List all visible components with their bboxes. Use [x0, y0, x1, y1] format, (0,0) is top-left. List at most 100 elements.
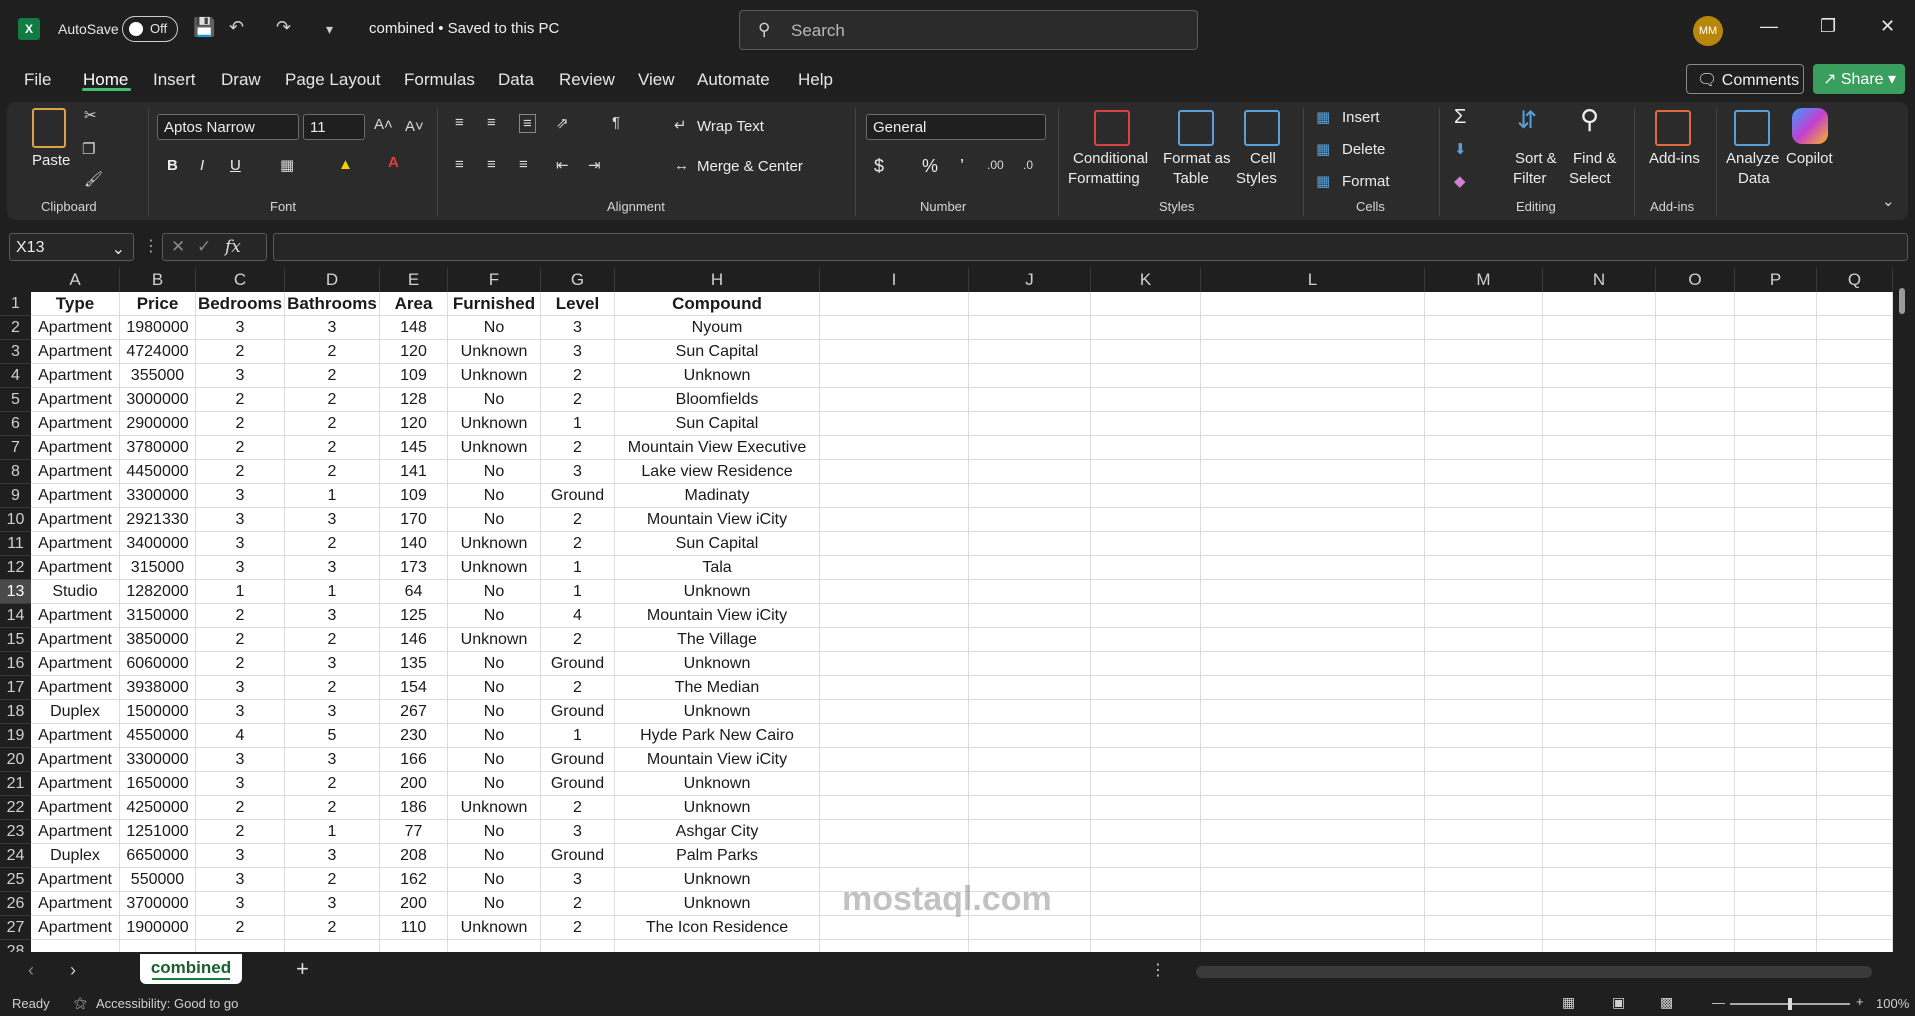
align-center-icon[interactable]: ≡ [487, 156, 496, 173]
table-cell[interactable] [1425, 556, 1543, 580]
table-cell[interactable] [1543, 676, 1656, 700]
table-cell[interactable]: 4550000 [120, 724, 196, 748]
scrollbar-thumb[interactable] [1899, 288, 1905, 314]
page-layout-view-icon[interactable]: ▣ [1612, 994, 1625, 1011]
table-cell[interactable] [1091, 652, 1201, 676]
horizontal-scrollbar[interactable] [1196, 966, 1872, 978]
table-cell[interactable]: 2 [285, 868, 380, 892]
table-cell[interactable]: 3 [285, 508, 380, 532]
table-cell[interactable]: Apartment [31, 532, 120, 556]
undo-icon[interactable]: ↶ [229, 17, 244, 38]
tab-review[interactable]: Review [559, 70, 615, 90]
row-header[interactable]: 28 [0, 940, 31, 952]
table-cell[interactable] [820, 388, 969, 412]
table-cell[interactable]: 3 [196, 892, 285, 916]
header-cell[interactable]: Area [380, 292, 448, 316]
table-cell[interactable] [1425, 460, 1543, 484]
table-cell[interactable] [1656, 796, 1735, 820]
table-cell[interactable] [1201, 844, 1425, 868]
table-cell[interactable] [820, 364, 969, 388]
cut-icon[interactable]: ✂ [84, 106, 97, 124]
table-cell[interactable] [1091, 580, 1201, 604]
table-cell[interactable] [1091, 724, 1201, 748]
table-cell[interactable] [1817, 388, 1893, 412]
table-cell[interactable]: 3 [285, 700, 380, 724]
table-cell[interactable] [1817, 508, 1893, 532]
table-cell[interactable]: Ground [541, 772, 615, 796]
table-cell[interactable] [1735, 508, 1817, 532]
table-cell[interactable]: Sun Capital [615, 532, 820, 556]
table-cell[interactable]: Apartment [31, 820, 120, 844]
table-cell[interactable]: 148 [380, 316, 448, 340]
table-cell[interactable] [969, 316, 1091, 340]
row-header[interactable]: 25 [0, 868, 31, 892]
table-cell[interactable] [1656, 340, 1735, 364]
table-cell[interactable]: Unknown [615, 772, 820, 796]
table-cell[interactable]: No [448, 484, 541, 508]
table-cell[interactable]: 550000 [120, 868, 196, 892]
table-cell[interactable] [1091, 676, 1201, 700]
ribbon-collapse-icon[interactable]: ⌄ [1882, 192, 1895, 210]
table-cell[interactable]: 2 [196, 460, 285, 484]
table-cell[interactable]: Unknown [615, 652, 820, 676]
table-cell[interactable]: 3 [196, 364, 285, 388]
table-cell[interactable] [820, 460, 969, 484]
table-cell[interactable] [1201, 580, 1425, 604]
table-cell[interactable]: Duplex [31, 844, 120, 868]
table-cell[interactable]: Unknown [448, 796, 541, 820]
table-cell[interactable] [1735, 532, 1817, 556]
avatar[interactable]: MM [1693, 16, 1723, 46]
tab-home[interactable]: Home [83, 70, 128, 90]
table-cell[interactable]: 186 [380, 796, 448, 820]
table-cell[interactable]: Apartment [31, 460, 120, 484]
table-cell[interactable] [1817, 532, 1893, 556]
table-cell[interactable]: 3 [196, 556, 285, 580]
table-cell[interactable]: Ground [541, 700, 615, 724]
bottom-align-icon[interactable]: ≡ [519, 114, 536, 133]
fill-icon[interactable]: ⬇ [1454, 140, 1467, 158]
table-cell[interactable] [1817, 316, 1893, 340]
table-cell[interactable]: Mountain View Executive [615, 436, 820, 460]
zoom-out-icon[interactable]: — [1712, 995, 1725, 1010]
row-header[interactable]: 26 [0, 892, 31, 916]
table-cell[interactable]: 1282000 [120, 580, 196, 604]
table-cell[interactable]: 2 [196, 796, 285, 820]
name-box[interactable]: X13 ⌄ [9, 233, 134, 261]
table-cell[interactable] [1735, 580, 1817, 604]
table-cell[interactable]: Apartment [31, 388, 120, 412]
table-cell[interactable] [380, 940, 448, 952]
table-cell[interactable] [1091, 532, 1201, 556]
table-cell[interactable]: 2 [541, 532, 615, 556]
table-cell[interactable] [615, 940, 820, 952]
table-cell[interactable]: The Village [615, 628, 820, 652]
tab-automate[interactable]: Automate [697, 70, 770, 90]
table-cell[interactable] [1091, 820, 1201, 844]
table-cell[interactable] [969, 628, 1091, 652]
table-cell[interactable]: Apartment [31, 316, 120, 340]
table-cell[interactable]: Apartment [31, 772, 120, 796]
zoom-slider[interactable] [1730, 998, 1850, 1010]
table-cell[interactable]: 135 [380, 652, 448, 676]
italic-button[interactable]: I [200, 157, 204, 174]
table-cell[interactable] [1817, 484, 1893, 508]
bold-button[interactable]: B [167, 157, 178, 174]
column-header-n[interactable]: N [1543, 268, 1656, 292]
format-as-table-line1[interactable]: Format as [1163, 150, 1231, 167]
table-cell[interactable]: 3 [196, 676, 285, 700]
table-cell[interactable] [1201, 724, 1425, 748]
table-cell[interactable]: 162 [380, 868, 448, 892]
column-header-h[interactable]: H [615, 268, 820, 292]
table-cell[interactable] [1817, 676, 1893, 700]
table-cell[interactable]: 2 [196, 820, 285, 844]
table-cell[interactable]: 6060000 [120, 652, 196, 676]
table-cell[interactable] [820, 556, 969, 580]
next-sheet-icon[interactable]: › [70, 960, 76, 981]
table-cell[interactable] [196, 940, 285, 952]
table-cell[interactable] [285, 940, 380, 952]
table-cell[interactable]: 146 [380, 628, 448, 652]
sort-filter-line2[interactable]: Filter [1513, 170, 1546, 187]
row-header[interactable]: 19 [0, 724, 31, 748]
cancel-icon[interactable]: ✕ [171, 237, 185, 257]
table-cell[interactable] [1543, 604, 1656, 628]
table-cell[interactable] [1543, 412, 1656, 436]
